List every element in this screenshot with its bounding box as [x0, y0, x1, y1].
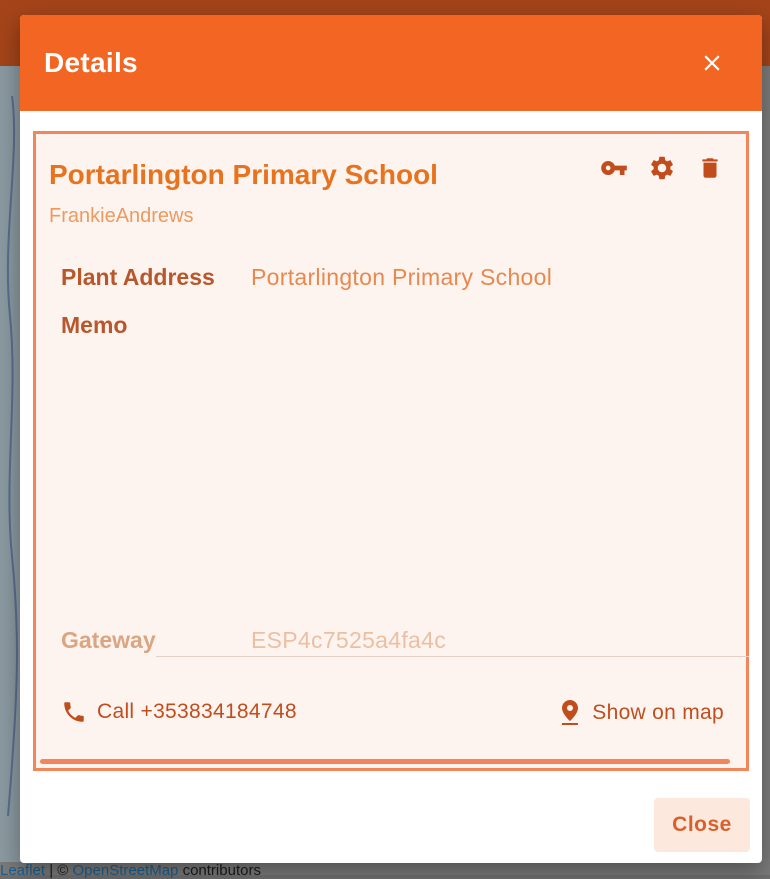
- phone-icon: [64, 702, 84, 722]
- map-pin-icon: [562, 700, 579, 725]
- details-dialog: Details Portarlington Primary School Fra…: [20, 15, 762, 863]
- leaflet-link[interactable]: Leaflet: [0, 862, 45, 879]
- map-boundary-line: [6, 96, 18, 816]
- plant-address-value: Portarlington Primary School: [251, 264, 553, 290]
- show-on-map-label: Show on map: [592, 701, 724, 724]
- openstreetmap-link[interactable]: OpenStreetMap: [73, 862, 179, 879]
- dialog-header: Details: [20, 15, 762, 111]
- gateway-value: ESP4c7525a4fa4c: [251, 627, 447, 653]
- card-scrollbar[interactable]: [40, 759, 730, 764]
- close-button[interactable]: Close: [654, 798, 750, 852]
- map-attribution: Leaflet | © OpenStreetMap contributors: [0, 862, 261, 879]
- call-label: Call +353834184748: [97, 700, 297, 723]
- gateway-divider: [156, 656, 749, 657]
- call-button[interactable]: Call +353834184748: [61, 699, 297, 725]
- gear-icon[interactable]: [648, 154, 676, 182]
- plant-owner: FrankieAndrews: [49, 205, 194, 227]
- key-icon[interactable]: [600, 154, 628, 182]
- memo-label: Memo: [61, 312, 128, 338]
- plant-address-label: Plant Address: [61, 264, 215, 290]
- close-icon[interactable]: [692, 43, 732, 83]
- gateway-label: Gateway: [61, 627, 156, 653]
- plant-name: Portarlington Primary School: [49, 159, 438, 190]
- trash-icon[interactable]: [696, 154, 724, 182]
- plant-card: Portarlington Primary School FrankieAndr…: [33, 131, 749, 771]
- dialog-title: Details: [44, 47, 138, 78]
- card-actions: [600, 154, 724, 182]
- show-on-map-button[interactable]: Show on map: [558, 699, 724, 727]
